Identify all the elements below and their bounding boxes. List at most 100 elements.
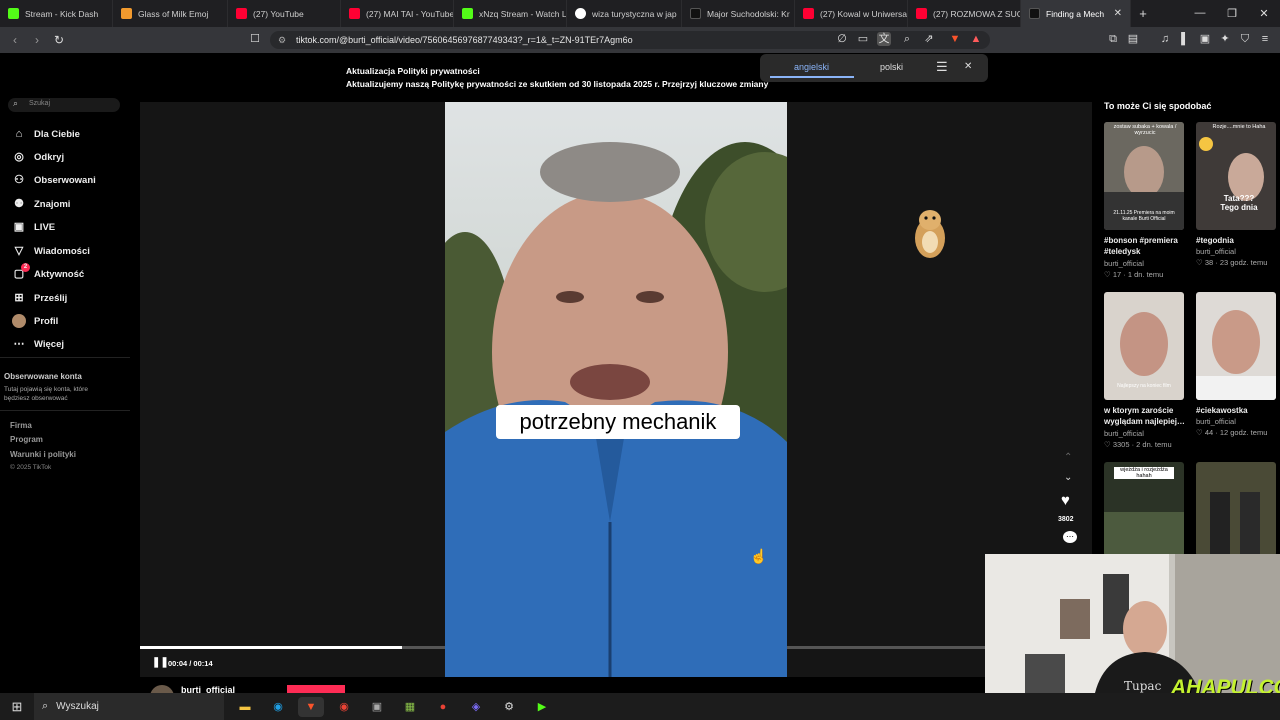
rec-title-3[interactable]: #ciekawostka [1196,405,1280,416]
brave-shield-icon[interactable]: ▼ [948,32,962,46]
discord-icon[interactable]: ◈ [463,697,489,717]
tab-4[interactable]: xNzq Stream - Watch L [454,0,567,27]
live-icon: ▣ [13,221,25,233]
new-tab-button[interactable]: + [1131,6,1155,21]
active-tab-indicator [770,76,854,78]
vpn-icon[interactable]: ⛉ [1238,32,1252,46]
tab-8[interactable]: (27) ROZMOWA Z SUC [908,0,1021,27]
kick-icon[interactable]: ▶ [529,697,555,717]
activity-icon: ▢ 2 [12,263,30,281]
sidebar-item-upload[interactable]: ⊞ Prześlij [12,291,67,305]
video-caption: potrzebny mechanik [496,405,740,439]
lang-english-tab[interactable]: angielski [794,62,829,72]
reload-icon[interactable]: ↻ [48,33,70,47]
tab-1[interactable]: Glass of Milk Emoj [113,0,228,27]
no-track-icon[interactable]: ∅ [835,32,849,46]
back-icon[interactable]: ‹ [4,33,26,47]
rec-title-1[interactable]: #tegodnia [1196,235,1280,246]
video-frame[interactable]: potrzebny mechanik ☝ [445,102,787,677]
edge-icon[interactable]: ◉ [265,697,291,717]
zoom-icon[interactable]: ⌕ [900,32,914,46]
tiktok-icon [690,8,701,19]
notice-title: Aktualizacja Polityki prywatności [346,66,480,76]
settings-icon[interactable]: ⚙ [496,697,522,717]
sidebar-item-messages[interactable]: ▽ Wiadomości [12,244,90,258]
rewards-icon[interactable]: ▲ [969,32,983,46]
translate-popup: angielski polski ☰ ✕ [760,54,988,82]
brave-icon[interactable]: ▼ [298,696,324,717]
tiktok-icon [1029,8,1040,19]
divider [0,410,130,411]
sidebar-item-more[interactable]: ⋯ Więcej [12,337,65,351]
sidebar-item-following[interactable]: ⚇ Obserwowani [12,173,96,187]
close-window-icon[interactable]: ✕ [1248,7,1280,20]
restore-icon[interactable]: ❐ [1216,7,1248,20]
taskbar: ⊞ ⌕ Wyszukaj ▬ ◉ ▼ ◉ ▣ ▦ ● ◈ ⚙ ▶ [0,693,1280,720]
extension-icon[interactable]: ⧉ [1106,32,1120,46]
sidebar-icon[interactable]: ▌ [1178,32,1192,46]
pause-icon[interactable]: ❚❚ [152,657,169,668]
menu-icon[interactable]: ≡ [1258,32,1272,46]
footer-link-terms[interactable]: Warunki i polityki [10,450,76,459]
tab-9-active[interactable]: Finding a Mech ✕ [1021,0,1131,27]
activity-badge: 2 [21,263,30,272]
youtube-icon [236,8,247,19]
lang-polish-tab[interactable]: polski [880,62,903,72]
cast-icon[interactable]: ▭ [856,32,870,46]
translate-options-icon[interactable]: ☰ [936,59,948,75]
tab-3[interactable]: (27) MAI TAI - YouTube [341,0,454,27]
chrome-icon[interactable]: ◉ [331,697,357,717]
like-icon[interactable]: ♥ [1061,492,1070,509]
sidebar-item-live[interactable]: ▣ LIVE [12,220,55,234]
file-explorer-icon[interactable]: ▬ [232,697,258,717]
sidebar-item-activity[interactable]: ▢ 2 Aktywność [12,263,84,281]
footer-link-program[interactable]: Program [10,435,43,444]
rec-thumb-1[interactable]: Rozje....mnie to Haha Tata??? Tego dnia [1196,122,1276,230]
game-icon[interactable]: ▦ [397,697,423,717]
bookmark-icon[interactable]: ☐ [248,32,262,46]
prev-video-icon[interactable]: ⌃ [1064,452,1072,463]
rec-title-2[interactable]: w ktorym zaroście wyglądam najlepiej… [1104,405,1190,427]
author-avatar[interactable] [150,685,174,693]
tab-0[interactable]: Stream - Kick Dash [0,0,113,27]
rec-thumb-4[interactable]: wjeżdża i rozjeżdża hahah [1104,462,1184,556]
notice-body[interactable]: Aktualizujemy naszą Politykę prywatności… [346,79,786,89]
follow-button[interactable] [287,685,345,693]
tab-2[interactable]: (27) YouTube [228,0,341,27]
sidebar-item-friends[interactable]: ⚉ Znajomi [12,197,70,211]
sidebar-item-for-you[interactable]: ⌂ Dla Ciebie [12,127,80,141]
minimize-icon[interactable]: — [1184,7,1216,20]
taskbar-search[interactable]: ⌕ Wyszukaj [34,693,224,720]
sidebar-item-profile[interactable]: Profil [12,314,58,328]
site-info-icon[interactable]: ⚙ [278,31,286,49]
music-icon[interactable]: ♫ [1158,32,1172,46]
followed-title: Obserwowane konta [4,372,82,381]
wallet-icon[interactable]: ▣ [1198,32,1212,46]
leo-icon[interactable]: ✦ [1218,32,1232,46]
sidebar-item-explore[interactable]: ◎ Odkryj [12,150,64,164]
tab-5[interactable]: wiza turystyczna w jap [567,0,682,27]
close-translate-icon[interactable]: ✕ [964,61,972,72]
rec-thumb-2[interactable]: Najlepszy na koniec film [1104,292,1184,400]
footer-link-company[interactable]: Firma [10,421,32,430]
author-name[interactable]: burti_official [181,685,235,693]
comment-icon[interactable]: ⋯ [1063,531,1077,543]
compass-icon: ◎ [14,151,24,163]
tab-7[interactable]: (27) Kowal w Uniwersa [795,0,908,27]
rec-thumb-0[interactable]: zostaw subaka + kowala / wyrzucic 21.11.… [1104,122,1184,230]
translate-icon[interactable]: 文 [877,32,891,46]
search-input[interactable]: ⌕ Szukaj [8,98,120,112]
share-icon[interactable]: ⇗ [922,32,936,46]
windows-start-icon[interactable]: ⊞ [0,699,34,715]
reader-icon[interactable]: ▤ [1126,32,1140,46]
rec-thumb-5[interactable] [1196,462,1276,556]
forward-icon[interactable]: › [26,33,48,47]
rec-thumb-3[interactable] [1196,292,1276,400]
heart-icon: ♡ [1104,270,1113,279]
rec-title-0[interactable]: #bonson #premiera #teledysk [1104,235,1190,257]
next-video-icon[interactable]: ⌄ [1064,472,1072,483]
tab-6[interactable]: Major Suchodolski: Kr [682,0,795,27]
obs-icon[interactable]: ● [430,697,456,717]
app-icon[interactable]: ▣ [364,697,390,717]
close-tab-icon[interactable]: ✕ [1108,8,1122,19]
